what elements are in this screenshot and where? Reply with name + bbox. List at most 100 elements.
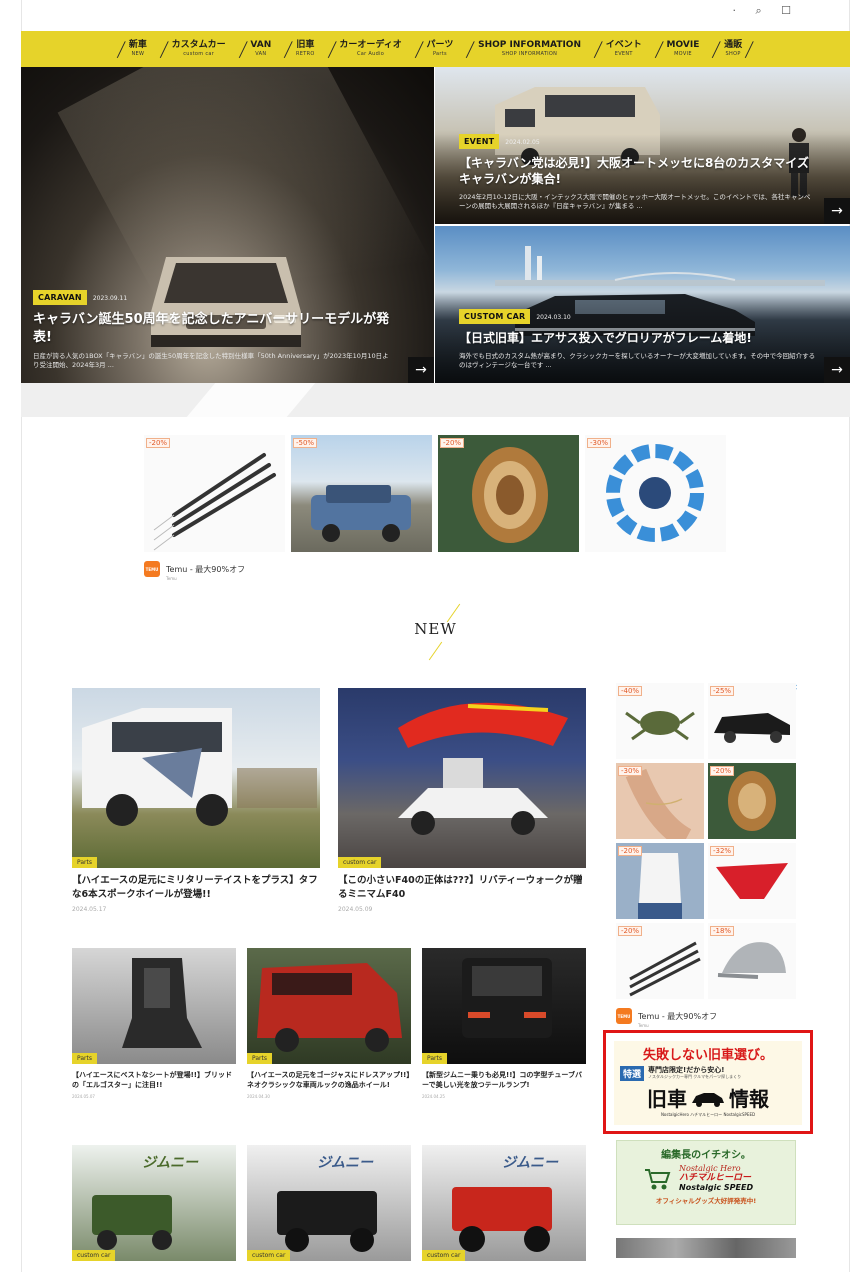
article-thumb: Parts bbox=[72, 948, 236, 1064]
ad-tile[interactable]: -20% bbox=[144, 435, 285, 552]
nav-label: 通販 bbox=[724, 40, 743, 50]
nav-item-shop[interactable]: / 通販 SHOP / bbox=[709, 37, 757, 61]
nav-sub: VAN bbox=[255, 51, 267, 57]
article-thumb: ジムニー custom car bbox=[72, 1145, 236, 1261]
arrow-right-icon[interactable]: → bbox=[408, 357, 434, 383]
category-tag[interactable]: custom car bbox=[247, 1250, 291, 1261]
nav-label: パーツ bbox=[426, 40, 454, 50]
hero-sub-card-custom[interactable]: CUSTOM CAR 2024.03.10 【日式旧車】エアサス投入でグロリアがフ… bbox=[435, 226, 850, 383]
nav-item-movie[interactable]: / MOVIE MOVIE bbox=[652, 37, 704, 61]
nav-item-van[interactable]: / VAN VAN bbox=[236, 37, 276, 61]
category-tag[interactable]: custom car bbox=[338, 857, 382, 868]
nav-item-new[interactable]: / 新車 NEW bbox=[114, 37, 151, 61]
discount-badge: -30% bbox=[587, 438, 612, 448]
article-card[interactable]: ジムニー custom car bbox=[72, 1145, 236, 1261]
ad-brand[interactable]: TEMU Temu - 最大90%オフ Temu bbox=[616, 1004, 796, 1028]
divider-band bbox=[21, 383, 850, 417]
article-title[interactable]: 【新型ジムニー乗りも必見!!】コの字型チューブバーで美しい光を放つテールランプ! bbox=[422, 1070, 586, 1090]
section-title: NEW bbox=[414, 620, 457, 638]
arrow-right-icon[interactable]: → bbox=[824, 198, 850, 224]
ad-brand-text: Temu - 最大90%オフ bbox=[166, 565, 246, 574]
ad-tile[interactable]: -20% bbox=[708, 763, 796, 839]
category-tag[interactable]: custom car bbox=[422, 1250, 466, 1261]
category-badge[interactable]: CARAVAN bbox=[33, 290, 87, 306]
nav-sub: MOVIE bbox=[674, 51, 692, 57]
article-thumb: ジムニー custom car bbox=[422, 1145, 586, 1261]
suv-image bbox=[311, 485, 411, 542]
ad-tile[interactable]: -25% bbox=[708, 683, 796, 759]
nav-item-event[interactable]: / イベント EVENT bbox=[591, 37, 646, 61]
post-date: 2024.03.10 bbox=[536, 314, 571, 322]
article-thumb: Parts bbox=[422, 948, 586, 1064]
hero-main-card[interactable]: CARAVAN 2023.09.11 キャラバン誕生50周年を記念したアニバーサリ… bbox=[21, 67, 434, 383]
main-nav: / 新車 NEW / カスタムカー custom car / VAN VAN / 旧車 RETR… bbox=[21, 31, 850, 67]
nav-sub: Car Audio bbox=[357, 51, 385, 57]
nav-item-shop-info[interactable]: / SHOP INFORMATION SHOP INFORMATION bbox=[463, 37, 585, 61]
car-silhouette-icon bbox=[692, 1092, 724, 1107]
category-tag[interactable]: Parts bbox=[422, 1053, 447, 1064]
temu-logo: TEMU bbox=[616, 1008, 632, 1024]
brand-nostalgic-speed: Nostalgic SPEED bbox=[679, 1182, 754, 1192]
nav-item-custom[interactable]: / カスタムカー custom car bbox=[157, 37, 230, 61]
category-badge[interactable]: EVENT bbox=[459, 134, 500, 150]
article-card[interactable]: Parts 【新型ジムニー乗りも必見!!】コの字型チューブバーで美しい光を放つテ… bbox=[422, 948, 586, 1099]
jimny-black-image: ジムニー bbox=[277, 1155, 377, 1252]
hero-sub-desc: 海外でも日式のカスタム熱が高まり、クラシックカーを探しているオーナーが大変増加し… bbox=[459, 351, 816, 370]
hero-sub-title[interactable]: 【キャラバン党は必見!】大阪オートメッセに8台のカスタマイズキャラバンが集合! bbox=[459, 155, 816, 187]
discount-badge: -25% bbox=[710, 686, 735, 696]
ad-tile[interactable]: -18% bbox=[708, 923, 796, 999]
discount-badge: -30% bbox=[618, 766, 643, 776]
article-card[interactable]: ジムニー custom car bbox=[422, 1145, 586, 1261]
ad-brand[interactable]: TEMU Temu - 最大90%オフ Temu bbox=[144, 557, 727, 581]
ad-tile[interactable]: -50% bbox=[291, 435, 432, 552]
hero-sub-caption: CUSTOM CAR 2024.03.10 【日式旧車】エアサス投入でグロリアがフ… bbox=[459, 304, 816, 371]
post-date: 2023.09.11 bbox=[92, 295, 128, 303]
arrow-right-icon[interactable]: → bbox=[824, 357, 850, 383]
user-icon[interactable]: · bbox=[732, 4, 744, 17]
article-card[interactable]: Parts 【ハイエースにベストなシートが登場!!】ブリッドの「エルゴスター」に… bbox=[72, 948, 236, 1099]
hero-main-caption: CARAVAN 2023.09.11 キャラバン誕生50周年を記念したアニバーサリ… bbox=[33, 285, 394, 371]
hero-sub-card-event[interactable]: EVENT 2024.02.05 【キャラバン党は必見!】大阪オートメッセに8台の… bbox=[435, 67, 850, 224]
ad-tile[interactable]: -20% bbox=[438, 435, 579, 552]
nav-item-parts[interactable]: / パーツ Parts bbox=[412, 37, 458, 61]
header-icons[interactable]: · ⌕ ☐ bbox=[732, 4, 799, 18]
nav-item-audio[interactable]: / カーオーディオ Car Audio bbox=[325, 37, 406, 61]
ad-tile[interactable]: -20% bbox=[616, 923, 704, 999]
nav-item-retro[interactable]: / 旧車 RETRO bbox=[281, 37, 318, 61]
ad-tile[interactable]: -20% bbox=[616, 843, 704, 919]
ad-banner-top[interactable]: ⓘ✕ -20% -50% -20% -30% bbox=[144, 435, 727, 585]
category-tag[interactable]: Parts bbox=[72, 1053, 97, 1064]
ad-tile[interactable]: -40% bbox=[616, 683, 704, 759]
article-title[interactable]: 【ハイエースにベストなシートが登場!!】ブリッドの「エルゴスター」に注目!! bbox=[72, 1070, 236, 1090]
ad-tile[interactable]: -30% bbox=[616, 763, 704, 839]
article-card[interactable]: Parts 【ハイエースの足元をゴージャスにドレスアップ!!】ネオクラシックな車… bbox=[247, 948, 411, 1099]
search-icon[interactable]: ⌕ bbox=[755, 4, 769, 17]
nav-sub: NEW bbox=[131, 51, 145, 57]
category-tag[interactable]: Parts bbox=[247, 1053, 272, 1064]
article-title[interactable]: 【この小さいF40の正体は???】リバティーウォークが贈るミニマムF40 bbox=[338, 874, 586, 902]
nav-label: イベント bbox=[605, 40, 642, 50]
hero-main-title[interactable]: キャラバン誕生50周年を記念したアニバーサリーモデルが発表! bbox=[33, 311, 394, 346]
promo-banner-goods[interactable]: 編集長のイチオシ。 Nostalgic Hero ハチマルヒーロー Nostal… bbox=[616, 1140, 796, 1225]
promo-banner-strip[interactable] bbox=[616, 1238, 796, 1258]
nav-sub: Parts bbox=[432, 51, 447, 57]
menu-icon[interactable]: ☐ bbox=[781, 4, 799, 17]
category-tag[interactable]: custom car bbox=[72, 1250, 116, 1261]
article-title[interactable]: 【ハイエースの足元をゴージャスにドレスアップ!!】ネオクラシックな車両ルックの逸… bbox=[247, 1070, 411, 1090]
ad-tile[interactable]: -32% bbox=[708, 843, 796, 919]
sidebar-ad[interactable]: ⓘ✕ -40% -25% -30% -20% -20% -32% -20% bbox=[616, 683, 798, 1028]
article-card[interactable]: Parts 【ハイエースの足元にミリタリーテイストをプラス】タフな6本スポークホ… bbox=[72, 688, 320, 913]
article-title[interactable]: 【ハイエースの足元にミリタリーテイストをプラス】タフな6本スポークホイールが登場… bbox=[72, 874, 320, 902]
promo-headline: 編集長のイチオシ。 bbox=[661, 1150, 751, 1161]
hero-sub-title[interactable]: 【日式旧車】エアサス投入でグロリアがフレーム着地! bbox=[459, 330, 816, 346]
category-tag[interactable]: Parts bbox=[72, 857, 97, 868]
promo-banner-retro-car[interactable]: 失敗しない旧車選び。 特選 専門店限定!だから安心! ノスタルジックカー専門 ク… bbox=[603, 1030, 813, 1134]
article-card[interactable]: custom car 【この小さいF40の正体は???】リバティーウォークが贈る… bbox=[338, 688, 586, 913]
category-badge[interactable]: CUSTOM CAR bbox=[459, 309, 531, 325]
article-card[interactable]: ジムニー custom car bbox=[247, 1145, 411, 1261]
ad-tile[interactable]: -30% bbox=[585, 435, 726, 552]
nav-label: カーオーディオ bbox=[339, 40, 402, 50]
jimny-logo: ジムニー bbox=[502, 1155, 559, 1171]
jimny-rear-image bbox=[462, 958, 552, 1038]
article-thumb: Parts bbox=[247, 948, 411, 1064]
